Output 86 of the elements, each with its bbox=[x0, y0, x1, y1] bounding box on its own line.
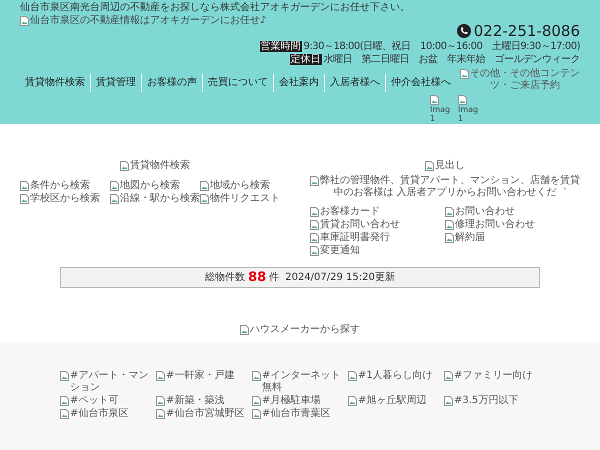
tag-link[interactable]: #月極駐車場 bbox=[262, 395, 320, 407]
holidays: 水曜日 第二日曜日 お盆 年末年始 ゴールデンウィーク bbox=[324, 54, 580, 65]
nav-link[interactable]: お客様の声 bbox=[142, 77, 202, 89]
nav-link[interactable]: 賃貸物件検索 bbox=[20, 77, 90, 89]
broken-image-icon bbox=[425, 161, 434, 171]
nav-link[interactable]: 入居者様へ bbox=[325, 77, 385, 89]
service-link[interactable]: 修理お問い合わせ bbox=[455, 219, 535, 231]
broken-image-icon bbox=[200, 194, 209, 204]
house-maker-link[interactable]: ハウスメーカーから探す bbox=[250, 324, 360, 336]
service-link[interactable]: 解約届 bbox=[455, 232, 485, 244]
service-link[interactable]: お客様カード bbox=[320, 206, 380, 218]
broken-image-icon bbox=[445, 207, 454, 217]
broken-image-icon bbox=[252, 371, 261, 381]
tag-link[interactable]: #新築・築浅 bbox=[166, 395, 224, 407]
broken-image-icon bbox=[110, 194, 119, 204]
broken-image-icon bbox=[20, 181, 29, 191]
broken-image-icon bbox=[310, 220, 319, 230]
search-link[interactable]: 物件リクエスト bbox=[210, 193, 280, 205]
phone-icon bbox=[456, 24, 471, 38]
tag-link[interactable]: #ペット可 bbox=[70, 395, 118, 407]
tag-link[interactable]: #仙台市青葉区 bbox=[262, 408, 330, 420]
search-link[interactable]: 学校区から検索 bbox=[30, 193, 100, 205]
image-alt: Imag 1 bbox=[458, 105, 480, 123]
broken-image-icon bbox=[252, 409, 261, 419]
tagline: 仙台市泉区南光台周辺の不動産をお探しなら株式会社アオキガーデンにお任せ下さい。 bbox=[20, 2, 410, 14]
broken-image-icon bbox=[60, 371, 69, 381]
service-link[interactable]: お問い合わせ bbox=[455, 206, 515, 218]
property-count: 88 bbox=[248, 268, 266, 287]
nav-link[interactable]: 売買について bbox=[203, 77, 273, 89]
tag-link[interactable]: #仙台市泉区 bbox=[70, 408, 128, 420]
broken-image-icon bbox=[120, 161, 129, 171]
hours-badge: 営業時間 bbox=[260, 41, 302, 52]
broken-image-icon bbox=[240, 325, 249, 335]
broken-image-icon bbox=[200, 181, 209, 191]
tag-link[interactable]: #一軒家・戸建 bbox=[166, 370, 234, 382]
tag-link[interactable]: #アパート・マンション bbox=[70, 370, 156, 394]
broken-image-icon bbox=[310, 207, 319, 217]
update-time: 2024/07/29 15:20更新 bbox=[285, 270, 395, 285]
broken-image-icon bbox=[445, 220, 454, 230]
notice-message[interactable]: 弊社の管理物件、賃貸アパート、マンション、店舗を賃貸中のお客様は 入居者アプリからお問い合わせくだ゛ bbox=[320, 175, 580, 199]
business-hours: 9:30～18:00(日曜、祝日 10:00～16:00 土曜日9:30～17:00) bbox=[304, 41, 580, 52]
nav-link[interactable]: 仲介会社様へ bbox=[386, 77, 456, 89]
broken-image-icon bbox=[20, 194, 29, 204]
search-link[interactable]: 地図から検索 bbox=[120, 180, 180, 192]
tag-link[interactable]: #インターネット無料 bbox=[262, 370, 348, 394]
count-label: 総物件数 bbox=[205, 271, 246, 285]
broken-image-icon bbox=[310, 246, 319, 256]
broken-image-icon bbox=[430, 95, 439, 105]
tag-link[interactable]: #仙台市宮城野区 bbox=[166, 408, 244, 420]
broken-image-icon bbox=[348, 396, 357, 406]
broken-image-icon bbox=[156, 396, 165, 406]
section-heading[interactable]: 賃貸物件検索 bbox=[130, 160, 190, 172]
tag-link[interactable]: #3.5万円以下 bbox=[454, 395, 518, 407]
section-heading[interactable]: 見出し bbox=[435, 160, 465, 172]
tag-link[interactable]: #1人暮らし向け bbox=[358, 370, 433, 382]
broken-image-icon bbox=[444, 396, 453, 406]
broken-image-icon bbox=[348, 371, 357, 381]
service-link[interactable]: 車庫証明書発行 bbox=[320, 232, 390, 244]
nav-link[interactable]: 会社案内 bbox=[274, 77, 324, 89]
service-link[interactable]: 賃貸お問い合わせ bbox=[320, 219, 400, 231]
search-link[interactable]: 地域から検索 bbox=[210, 180, 270, 192]
other-content-link[interactable]: その他・その他コンテンツ・ご来店予約 bbox=[470, 68, 580, 92]
search-link[interactable]: 条件から検索 bbox=[30, 180, 90, 192]
broken-image-icon bbox=[60, 409, 69, 419]
broken-image-icon bbox=[110, 181, 119, 191]
tag-link[interactable]: #ファミリー向け bbox=[454, 370, 532, 382]
tag-link[interactable]: #旭ヶ丘駅周辺 bbox=[358, 395, 426, 407]
count-unit: 件 bbox=[269, 271, 280, 285]
broken-image-icon bbox=[445, 233, 454, 243]
broken-image-icon bbox=[460, 69, 469, 79]
broken-image-icon bbox=[310, 233, 319, 243]
broken-image-icon bbox=[458, 95, 467, 105]
broken-image-icon bbox=[252, 396, 261, 406]
logo-link[interactable]: 仙台市泉区の不動産情報はアオキガーデンにお任せ♪ bbox=[30, 15, 266, 27]
image-alt: Imag 1 bbox=[430, 105, 452, 123]
service-link[interactable]: 変更通知 bbox=[320, 245, 360, 257]
phone-number: 022-251-8086 bbox=[474, 23, 580, 39]
nav-link[interactable]: 賃貸管理 bbox=[91, 77, 141, 89]
holiday-badge: 定休日 bbox=[290, 54, 322, 65]
broken-image-icon bbox=[60, 396, 69, 406]
search-link[interactable]: 沿線・駅から検索 bbox=[120, 193, 200, 205]
broken-image-icon bbox=[156, 371, 165, 381]
broken-image-icon bbox=[156, 409, 165, 419]
broken-image-icon bbox=[444, 371, 453, 381]
broken-image-icon bbox=[20, 16, 29, 26]
broken-image-icon bbox=[310, 176, 319, 186]
